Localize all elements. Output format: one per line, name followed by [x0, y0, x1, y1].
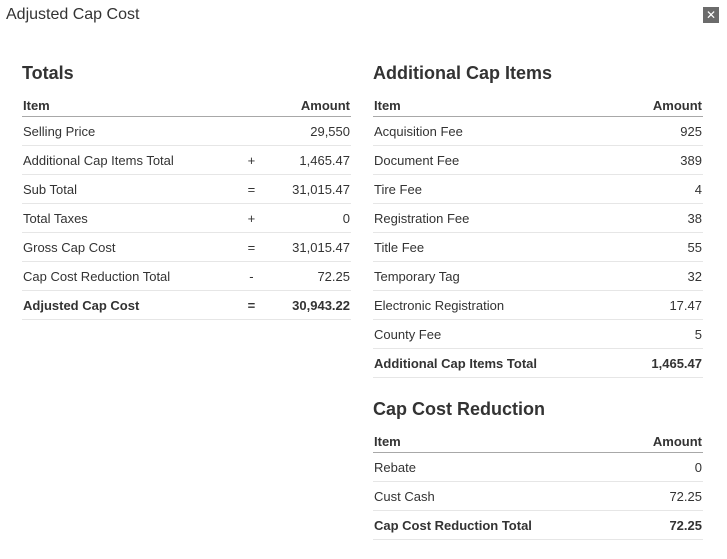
row-amount: 925: [623, 116, 703, 146]
table-row: Acquisition Fee 925: [373, 116, 703, 146]
adjusted-cap-cost-dialog: Adjusted Cap Cost ✕ Totals Item Amount S…: [0, 0, 727, 559]
row-label: Tire Fee: [373, 174, 624, 204]
row-label: Cap Cost Reduction Total: [22, 261, 236, 291]
total-label: Cap Cost Reduction Total: [373, 510, 624, 540]
amount-column-header: Amount: [623, 94, 703, 117]
row-label: Additional Cap Items Total: [22, 145, 236, 175]
operator-column-header: [235, 94, 268, 117]
row-label: Cust Cash: [373, 481, 624, 511]
item-column-header: Item: [373, 430, 624, 453]
row-label: Gross Cap Cost: [22, 232, 236, 262]
table-row: Sub Total = 31,015.47: [22, 174, 351, 204]
row-amount: 31,015.47: [267, 174, 351, 204]
totals-table: Item Amount Selling Price 29,550 Additio…: [22, 94, 351, 320]
table-row: Cap Cost Reduction Total - 72.25: [22, 261, 351, 291]
row-label: Acquisition Fee: [373, 116, 624, 146]
table-row: Temporary Tag 32: [373, 261, 703, 291]
row-amount: 389: [623, 145, 703, 175]
row-amount: 5: [623, 319, 703, 349]
cap-cost-reduction-title: Cap Cost Reduction: [373, 399, 546, 419]
dialog-title: Adjusted Cap Cost: [6, 6, 140, 23]
amount-column-header: Amount: [623, 430, 703, 453]
table-row: Registration Fee 38: [373, 203, 703, 233]
table-row: Title Fee 55: [373, 232, 703, 262]
total-row: Adjusted Cap Cost = 30,943.22: [22, 290, 351, 320]
totals-section: Totals Item Amount Selling Price 29,550 …: [22, 61, 351, 320]
row-amount: 72.25: [267, 261, 351, 291]
total-amount: 72.25: [623, 510, 703, 540]
row-label: Electronic Registration: [373, 290, 624, 320]
cap-cost-reduction-section: Cap Cost Reduction Item Amount Rebate 0 …: [373, 397, 703, 540]
total-row: Additional Cap Items Total 1,465.47: [373, 348, 703, 378]
additional-cap-items-title: Additional Cap Items: [373, 63, 553, 83]
row-label: County Fee: [373, 319, 624, 349]
row-amount: 55: [623, 232, 703, 262]
table-row: Electronic Registration 17.47: [373, 290, 703, 320]
additional-header-row: Item Amount: [373, 94, 703, 117]
table-row: Rebate 0: [373, 452, 703, 482]
item-column-header: Item: [22, 94, 236, 117]
row-label: Rebate: [373, 452, 624, 482]
additional-cap-items-section: Additional Cap Items Item Amount Acquisi…: [373, 61, 703, 378]
totals-header-row: Item Amount: [22, 94, 351, 117]
amount-column-header: Amount: [267, 94, 351, 117]
item-column-header: Item: [373, 94, 624, 117]
row-amount: 4: [623, 174, 703, 204]
row-operator: =: [235, 232, 268, 262]
total-amount: 30,943.22: [267, 290, 351, 320]
total-label: Additional Cap Items Total: [373, 348, 624, 378]
table-row: Tire Fee 4: [373, 174, 703, 204]
table-row: Additional Cap Items Total + 1,465.47: [22, 145, 351, 175]
total-operator: =: [235, 290, 268, 320]
row-amount: 1,465.47: [267, 145, 351, 175]
row-operator: +: [235, 145, 268, 175]
row-amount: 17.47: [623, 290, 703, 320]
row-label: Temporary Tag: [373, 261, 624, 291]
row-amount: 29,550: [267, 116, 351, 146]
table-row: Gross Cap Cost = 31,015.47: [22, 232, 351, 262]
row-amount: 0: [623, 452, 703, 482]
table-row: County Fee 5: [373, 319, 703, 349]
row-label: Sub Total: [22, 174, 236, 204]
row-amount: 38: [623, 203, 703, 233]
row-operator: [235, 116, 268, 146]
table-row: Document Fee 389: [373, 145, 703, 175]
row-operator: +: [235, 203, 268, 233]
row-label: Title Fee: [373, 232, 624, 262]
row-amount: 0: [267, 203, 351, 233]
table-row: Selling Price 29,550: [22, 116, 351, 146]
additional-cap-items-table: Item Amount Acquisition Fee 925 Document…: [373, 94, 703, 378]
row-label: Registration Fee: [373, 203, 624, 233]
table-row: Cust Cash 72.25: [373, 481, 703, 511]
row-amount: 72.25: [623, 481, 703, 511]
row-label: Selling Price: [22, 116, 236, 146]
reduction-header-row: Item Amount: [373, 430, 703, 453]
row-label: Document Fee: [373, 145, 624, 175]
row-amount: 32: [623, 261, 703, 291]
close-icon[interactable]: ✕: [703, 7, 719, 23]
cap-cost-reduction-table: Item Amount Rebate 0 Cust Cash 72.25 Cap…: [373, 430, 703, 540]
total-amount: 1,465.47: [623, 348, 703, 378]
total-label: Adjusted Cap Cost: [22, 290, 236, 320]
row-label: Total Taxes: [22, 203, 236, 233]
row-operator: -: [235, 261, 268, 291]
row-amount: 31,015.47: [267, 232, 351, 262]
row-operator: =: [235, 174, 268, 204]
total-row: Cap Cost Reduction Total 72.25: [373, 510, 703, 540]
table-row: Total Taxes + 0: [22, 203, 351, 233]
totals-title: Totals: [22, 63, 74, 83]
